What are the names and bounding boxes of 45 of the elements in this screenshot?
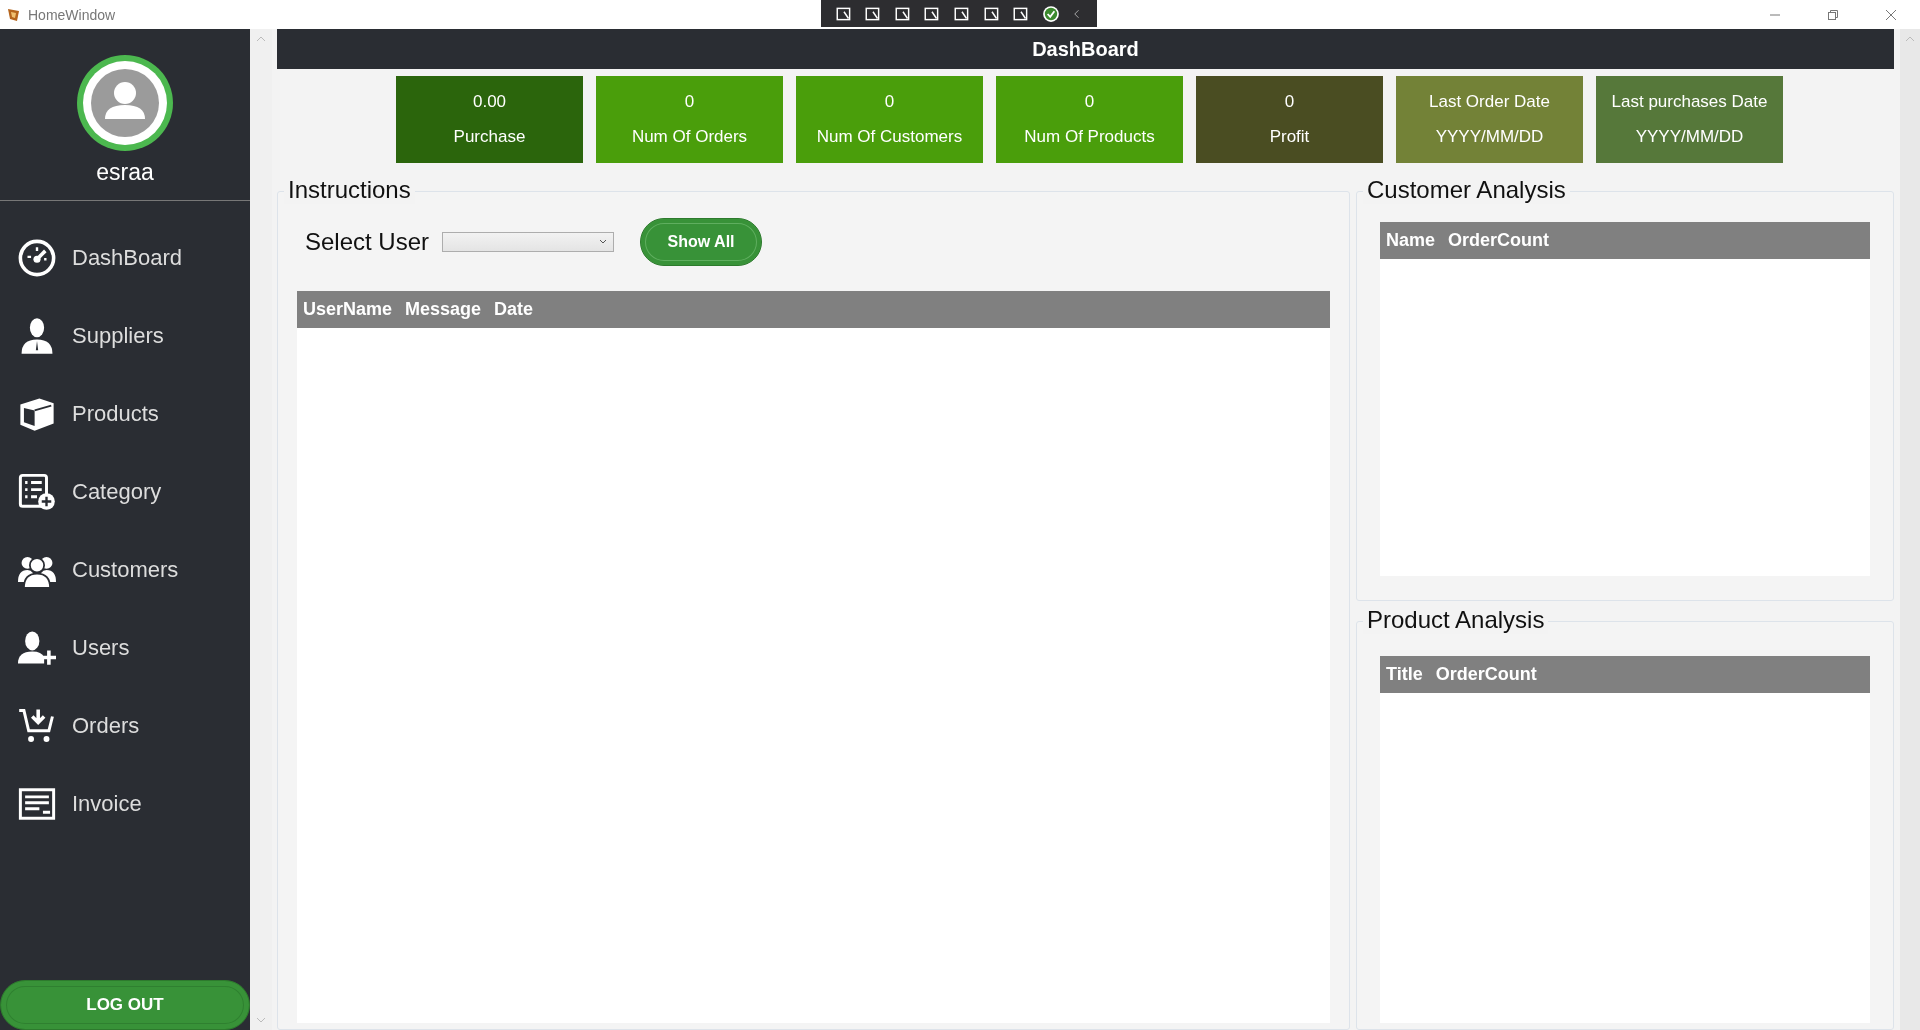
- column-header[interactable]: Title: [1386, 664, 1423, 685]
- column-header[interactable]: Name: [1386, 230, 1436, 251]
- nav-item[interactable]: Orders: [18, 699, 250, 753]
- nav-item[interactable]: DashBoard: [18, 231, 250, 285]
- app-icon: [6, 6, 22, 23]
- stat-label: Num Of Orders: [631, 127, 748, 148]
- invoice-icon: [18, 785, 56, 823]
- stat-label: Num Of Products: [1024, 127, 1155, 148]
- column-header[interactable]: Message: [405, 299, 482, 320]
- select-label: Select User: [305, 228, 430, 256]
- stat-value: 0: [1284, 91, 1295, 112]
- stat-label: Profit: [1269, 127, 1310, 148]
- column-header[interactable]: UserName: [303, 299, 393, 320]
- scrollbar[interactable]: [1900, 29, 1920, 1030]
- nav-item[interactable]: Products: [18, 387, 250, 441]
- column-header[interactable]: OrderCount: [1435, 664, 1537, 685]
- nav-item[interactable]: Category: [18, 465, 250, 519]
- nav-item[interactable]: Customers: [18, 543, 250, 597]
- page-title: DashBoard: [1032, 37, 1139, 61]
- list-add-icon: [18, 473, 56, 511]
- stat-value: Last Order Date: [1429, 91, 1550, 112]
- add-user-icon: [18, 629, 56, 667]
- stat-value: 0.00: [472, 91, 507, 112]
- stat-value: 0: [684, 91, 695, 112]
- check-icon[interactable]: [1041, 4, 1060, 23]
- gauge-icon: [18, 239, 56, 277]
- nav-item[interactable]: Suppliers: [18, 309, 250, 363]
- stat-value: 0: [884, 91, 895, 112]
- nav-item[interactable]: Users: [18, 621, 250, 675]
- stat-label: YYYY/MM/DD: [1635, 127, 1744, 148]
- stat-label: Num Of Customers: [816, 127, 963, 148]
- user-name: esraa: [96, 159, 154, 186]
- stat-value: 0: [1084, 91, 1095, 112]
- chevron-down-icon: [599, 239, 608, 245]
- logout-button[interactable]: LOG OUT: [0, 980, 250, 1030]
- nav-item[interactable]: Invoice: [18, 777, 250, 831]
- stat-label: YYYY/MM/DD: [1435, 127, 1544, 148]
- stat-value: Last purchases Date: [1611, 91, 1768, 112]
- window-title: HomeWindow: [28, 6, 116, 23]
- avatar-icon: [75, 53, 175, 153]
- stat-label: Purchase: [453, 127, 526, 148]
- column-header[interactable]: OrderCount: [1448, 230, 1550, 251]
- column-header[interactable]: Date: [494, 299, 534, 320]
- show-all-button[interactable]: Show All: [640, 218, 763, 266]
- cart-icon: [18, 707, 56, 745]
